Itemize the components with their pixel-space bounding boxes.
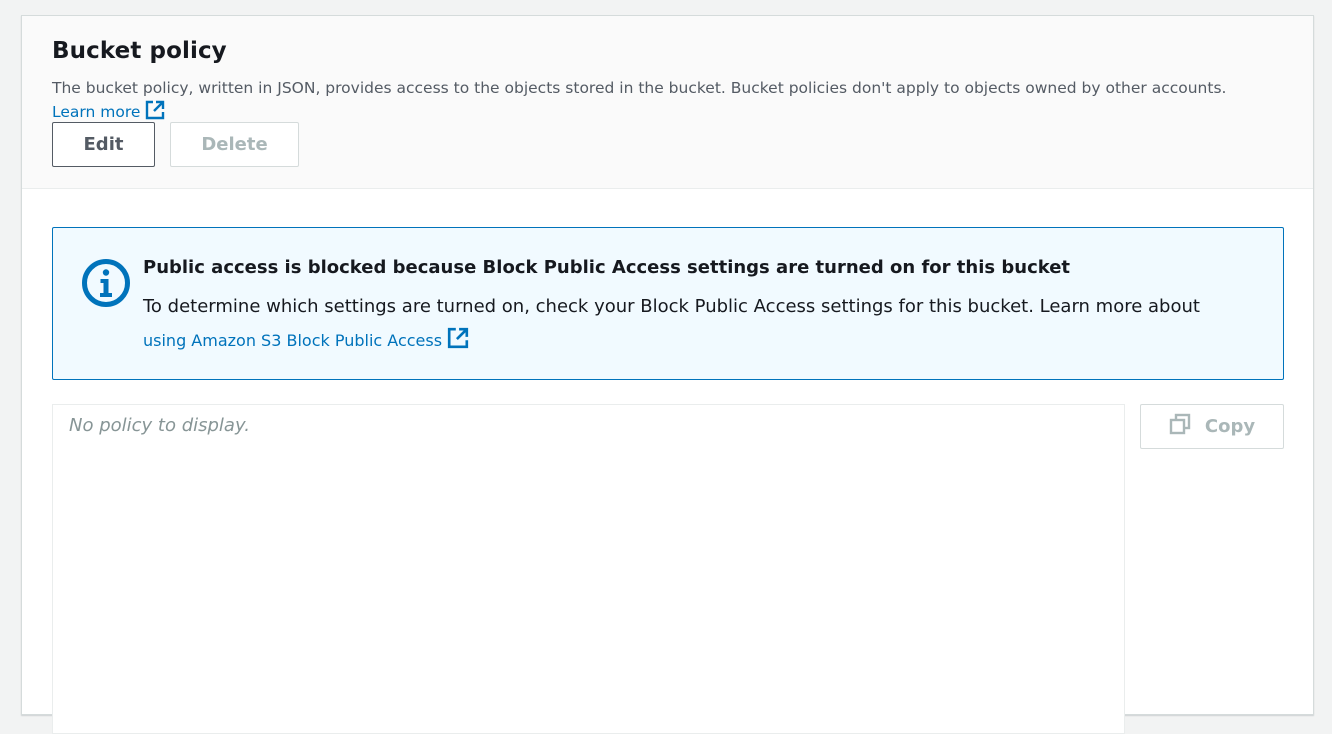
learn-more-link[interactable]: Learn more [52,100,165,121]
external-link-icon [447,327,469,361]
copy-icon [1169,413,1191,440]
panel-description: The bucket policy, written in JSON, prov… [52,76,1292,127]
block-public-access-link-label: using Amazon S3 Block Public Access [143,331,443,350]
copy-button[interactable]: Copy [1140,404,1284,449]
description-text: The bucket policy, written in JSON, prov… [52,79,1227,97]
info-icon [81,258,131,308]
copy-label: Copy [1204,416,1256,437]
panel-title: Bucket policy [52,38,227,64]
policy-placeholder: No policy to display. [69,415,250,436]
block-public-access-link[interactable]: using Amazon S3 Block Public Access [143,327,469,350]
panel-header: Bucket policy The bucket policy, written… [22,16,1313,189]
alert-body-text: To determine which settings are turned o… [143,296,1200,317]
alert-title: Public access is blocked because Block P… [143,257,1071,278]
delete-button[interactable]: Delete [170,122,299,167]
bucket-policy-panel: Bucket policy The bucket policy, written… [21,15,1314,734]
edit-button[interactable]: Edit [52,122,155,167]
alert-body: To determine which settings are turned o… [143,290,1263,361]
policy-editor[interactable]: No policy to display. [52,404,1125,734]
info-alert: Public access is blocked because Block P… [52,227,1284,380]
learn-more-label: Learn more [52,103,141,121]
